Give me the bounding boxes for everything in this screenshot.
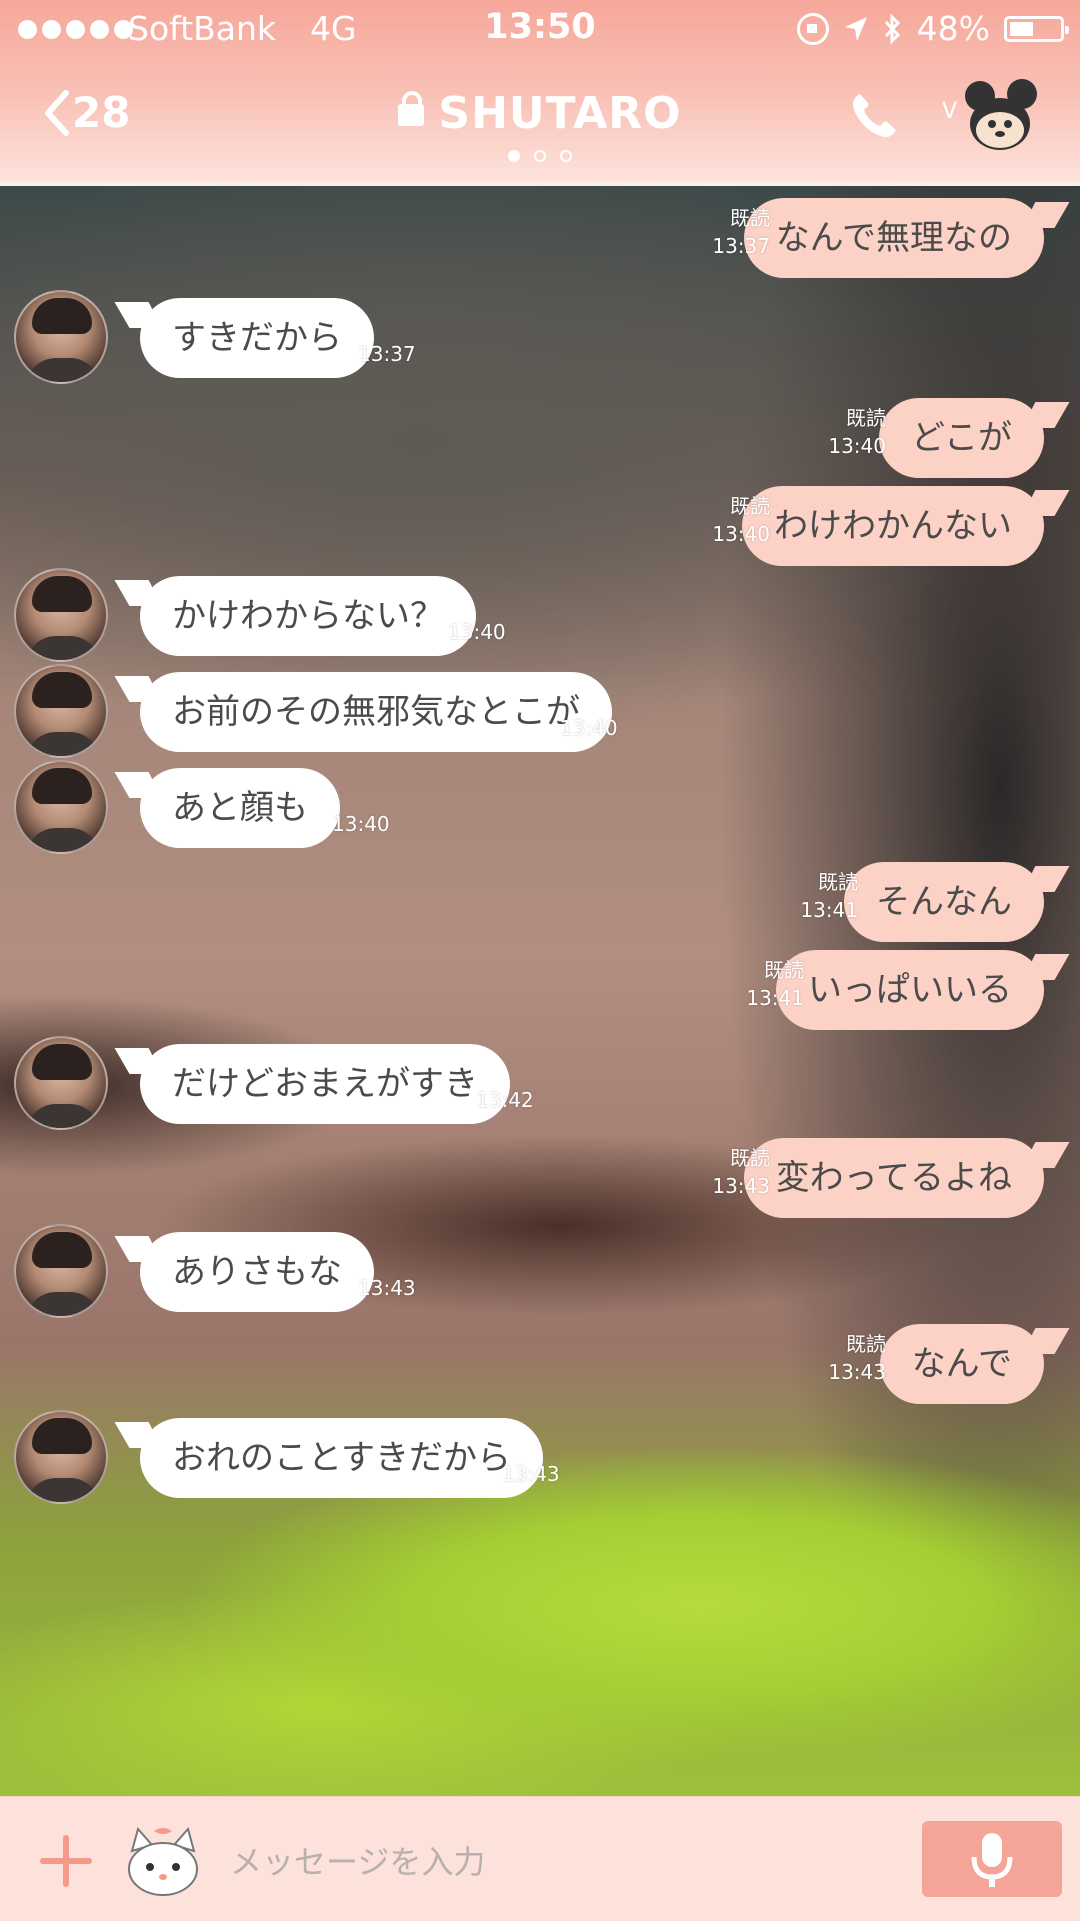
nav-bar: 28 SHUTARO V (0, 70, 1080, 160)
message-meta: 既読 13:37 (712, 204, 770, 260)
message-bubble[interactable]: わけわかんない (742, 486, 1044, 566)
outgoing-message: なんで 既読 13:43 (0, 1316, 1080, 1412)
page-dot (508, 150, 520, 162)
page-dot (534, 150, 546, 162)
message-time: 13:40 (448, 620, 506, 644)
input-bar: メッセージを入力 (0, 1796, 1080, 1921)
message-bubble[interactable]: お前のその無邪気なとこが (140, 672, 612, 752)
message-time: 13:40 (560, 716, 618, 740)
incoming-message: あと顔も 13:40 (0, 760, 1080, 856)
read-receipt: 既読 (846, 406, 886, 430)
message-meta: 既読 13:43 (828, 1330, 886, 1386)
bluetooth-icon (884, 12, 900, 45)
avatar[interactable] (14, 1224, 108, 1318)
incoming-message: だけどおまえがすき 13:42 (0, 1036, 1080, 1132)
message-meta: 既読 13:41 (746, 956, 804, 1012)
message-bubble[interactable]: すきだから (140, 298, 374, 378)
read-receipt: 既読 (764, 958, 804, 982)
message-time: 13:43 (502, 1462, 560, 1486)
rotation-lock-icon (796, 12, 829, 45)
outgoing-message: わけわかんない 既読 13:40 (0, 478, 1080, 574)
chat-header: SoftBank 4G 13:50 48% 28 SHUTARO V (0, 0, 1080, 186)
message-time: 13:40 (828, 434, 886, 458)
message-meta: 既読 13:41 (800, 868, 858, 924)
svg-text:V: V (942, 99, 957, 124)
message-bubble[interactable]: かけわからない？ (140, 576, 476, 656)
microphone-icon (971, 1833, 1013, 1887)
outgoing-message: そんなん 既読 13:41 (0, 854, 1080, 950)
message-meta: 既読 13:40 (828, 404, 886, 460)
battery-fill (1010, 21, 1033, 36)
cat-sticker-icon[interactable] (120, 1823, 206, 1899)
incoming-message: すきだから 13:37 (0, 290, 1080, 386)
battery-icon (1004, 15, 1069, 42)
message-time: 13:40 (712, 522, 770, 546)
message-time: 13:43 (358, 1276, 416, 1300)
message-input[interactable]: メッセージを入力 (230, 1837, 485, 1883)
status-right: 48% (796, 9, 1069, 48)
message-time: 13:43 (712, 1174, 770, 1198)
message-bubble[interactable]: どこが (879, 398, 1044, 478)
message-meta: 既読 13:40 (712, 492, 770, 548)
mic-button[interactable] (922, 1821, 1062, 1897)
phone-icon[interactable] (848, 90, 900, 142)
location-icon (844, 16, 867, 41)
outgoing-message: なんで無理なの 既読 13:37 (0, 190, 1080, 286)
avatar[interactable] (14, 290, 108, 384)
outgoing-message: いっぱいいる 既読 13:41 (0, 942, 1080, 1038)
incoming-message: かけわからない？ 13:40 (0, 568, 1080, 664)
read-receipt: 既読 (730, 494, 770, 518)
avatar[interactable] (14, 1036, 108, 1130)
outgoing-message: どこが 既読 13:40 (0, 390, 1080, 486)
avatar[interactable] (14, 664, 108, 758)
message-bubble[interactable]: あと顔も (140, 768, 340, 848)
message-time: 13:41 (800, 898, 858, 922)
message-time: 13:40 (332, 812, 390, 836)
read-receipt: 既読 (846, 1332, 886, 1356)
message-bubble[interactable]: 変わってるよね (743, 1138, 1044, 1218)
message-time: 13:41 (746, 986, 804, 1010)
battery-percent: 48% (916, 9, 990, 48)
message-bubble[interactable]: なんで無理なの (743, 198, 1044, 278)
avatar[interactable] (14, 760, 108, 854)
message-meta: 既読 13:43 (712, 1144, 770, 1200)
incoming-message: ありさもな 13:43 (0, 1224, 1080, 1320)
page-indicator (0, 150, 1080, 162)
message-time: 13:43 (828, 1360, 886, 1384)
incoming-message: おれのことすきだから 13:43 (0, 1410, 1080, 1506)
read-receipt: 既読 (730, 1146, 770, 1170)
lock-icon (398, 91, 425, 126)
message-bubble[interactable]: おれのことすきだから (140, 1418, 543, 1498)
message-bubble[interactable]: ありさもな (140, 1232, 374, 1312)
avatar[interactable] (14, 568, 108, 662)
message-time: 13:37 (358, 342, 416, 366)
chat-area[interactable]: なんで無理なの 既読 13:37 すきだから 13:37 どこが 既読 13:40 わけわかんな… (0, 186, 1080, 1796)
message-time: 13:37 (712, 234, 770, 258)
message-bubble[interactable]: だけどおまえがすき (140, 1044, 510, 1124)
read-receipt: 既読 (730, 206, 770, 230)
avatar[interactable] (14, 1410, 108, 1504)
plus-icon[interactable] (40, 1835, 92, 1887)
chat-title[interactable]: SHUTARO (0, 88, 1080, 139)
contact-name: SHUTARO (438, 88, 682, 139)
outgoing-message: 変わってるよね 既読 13:43 (0, 1130, 1080, 1226)
read-receipt: 既読 (818, 870, 858, 894)
message-time: 13:42 (476, 1088, 534, 1112)
message-bubble[interactable]: いっぱいいる (776, 950, 1044, 1030)
message-bubble[interactable]: なんで (879, 1324, 1044, 1404)
incoming-message: お前のその無邪気なとこが 13:40 (0, 664, 1080, 760)
mouse-mascot-icon[interactable]: V (940, 76, 1038, 156)
page-dot (560, 150, 572, 162)
status-bar: SoftBank 4G 13:50 48% (0, 0, 1080, 58)
message-bubble[interactable]: そんなん (844, 862, 1044, 942)
